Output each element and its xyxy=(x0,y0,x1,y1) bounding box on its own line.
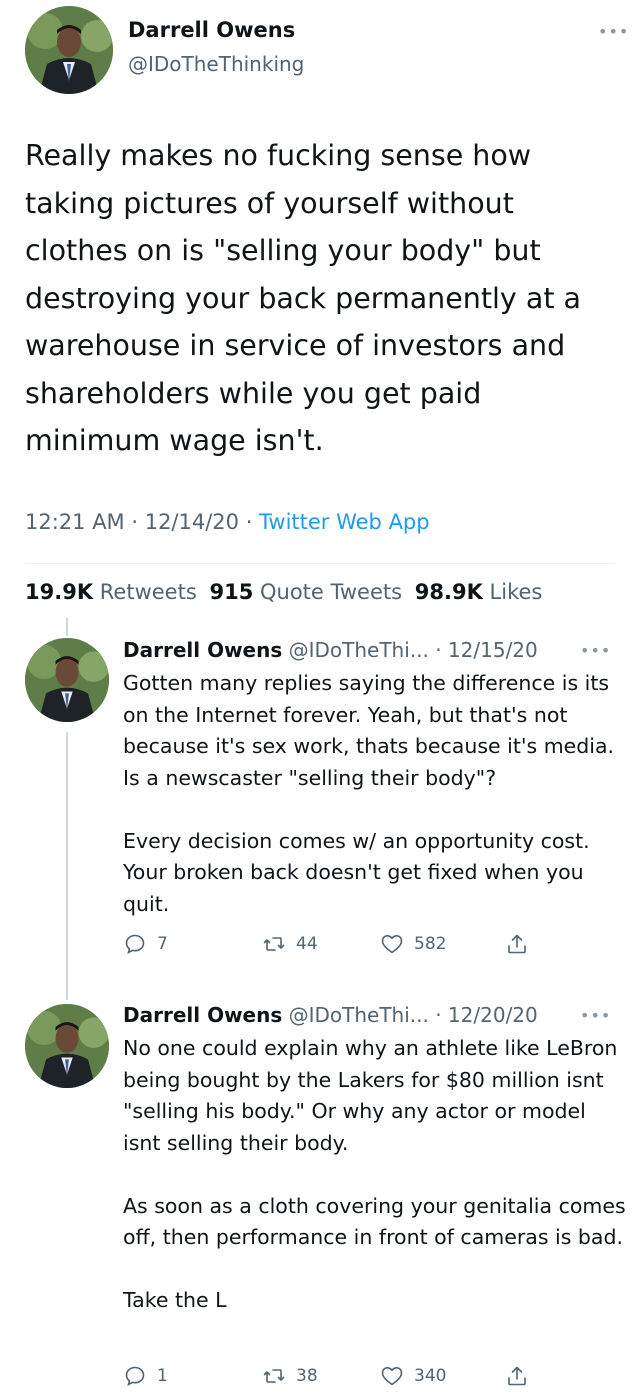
tweet-source-link[interactable]: Twitter Web App xyxy=(259,510,430,534)
like-count: 582 xyxy=(414,934,447,954)
tweet-text: Really makes no fucking sense how taking… xyxy=(25,139,591,457)
retweets-count: 19.9K xyxy=(25,580,94,604)
reply-author-name[interactable]: Darrell Owens xyxy=(123,638,282,662)
likes-count: 98.9K xyxy=(414,580,483,604)
ellipsis-icon[interactable]: ••• xyxy=(580,1006,611,1025)
like-button[interactable]: 340 xyxy=(380,1364,446,1388)
reply-text: Gotten many replies saying the differenc… xyxy=(123,671,615,916)
likes-label: Likes xyxy=(489,580,543,604)
retweet-icon xyxy=(263,1369,285,1383)
thread-line xyxy=(66,618,68,636)
author-name[interactable]: Darrell Owens xyxy=(128,18,295,42)
reply-count: 7 xyxy=(157,934,168,954)
avatar[interactable] xyxy=(25,638,109,722)
likes-stat[interactable]: 98.9K Likes xyxy=(415,580,543,604)
avatar-photo xyxy=(25,6,113,94)
reply-header: Darrell Owens @IDoTheThi... · 12/20/20 xyxy=(123,1003,538,1027)
heart-icon xyxy=(381,935,403,954)
reply-author-name[interactable]: Darrell Owens xyxy=(123,1003,282,1027)
retweet-icon xyxy=(263,937,285,951)
reply-button[interactable]: 7 xyxy=(123,932,168,956)
author-handle[interactable]: @IDoTheThinking xyxy=(128,52,304,76)
tweet-timestamp-row: 12:21 AM · 12/14/20 · Twitter Web App xyxy=(25,510,430,534)
avatar[interactable] xyxy=(25,6,113,94)
avatar[interactable] xyxy=(25,1004,109,1088)
like-count: 340 xyxy=(414,1366,447,1386)
avatar-photo xyxy=(25,1004,109,1088)
tweet-timestamp[interactable]: 12:21 AM · 12/14/20 · xyxy=(25,510,259,534)
retweet-button[interactable]: 44 xyxy=(262,932,318,956)
quotes-count: 915 xyxy=(209,580,254,604)
avatar-photo xyxy=(25,638,109,722)
retweets-label: Retweets xyxy=(99,580,197,604)
like-button[interactable]: 582 xyxy=(380,932,446,956)
reply-meta[interactable]: @IDoTheThi... · 12/15/20 xyxy=(289,638,538,662)
reply-header: Darrell Owens @IDoTheThi... · 12/15/20 xyxy=(123,638,538,662)
share-button[interactable] xyxy=(505,1364,529,1388)
reply-text: No one could explain why an athlete like… xyxy=(123,1036,626,1312)
reply-icon xyxy=(125,934,145,955)
divider xyxy=(25,563,615,564)
share-icon xyxy=(508,934,526,954)
reply-meta[interactable]: @IDoTheThi... · 12/20/20 xyxy=(289,1003,538,1027)
ellipsis-icon[interactable]: ••• xyxy=(580,641,611,660)
quote-tweets-stat[interactable]: 915 Quote Tweets xyxy=(209,580,402,604)
share-button[interactable] xyxy=(505,932,529,956)
share-icon xyxy=(508,1366,526,1386)
reply-icon xyxy=(125,1366,145,1387)
thread-line xyxy=(66,732,68,1000)
reply-count: 1 xyxy=(157,1366,168,1386)
reply-button[interactable]: 1 xyxy=(123,1364,168,1388)
ellipsis-icon[interactable]: ••• xyxy=(598,22,629,41)
retweets-stat[interactable]: 19.9K Retweets xyxy=(25,580,197,604)
retweet-button[interactable]: 38 xyxy=(262,1364,318,1388)
quotes-label: Quote Tweets xyxy=(260,580,403,604)
tweet-stats: 19.9K Retweets 915 Quote Tweets 98.9K Li… xyxy=(25,580,542,604)
retweet-count: 44 xyxy=(296,934,318,954)
heart-icon xyxy=(381,1367,403,1386)
retweet-count: 38 xyxy=(296,1366,318,1386)
